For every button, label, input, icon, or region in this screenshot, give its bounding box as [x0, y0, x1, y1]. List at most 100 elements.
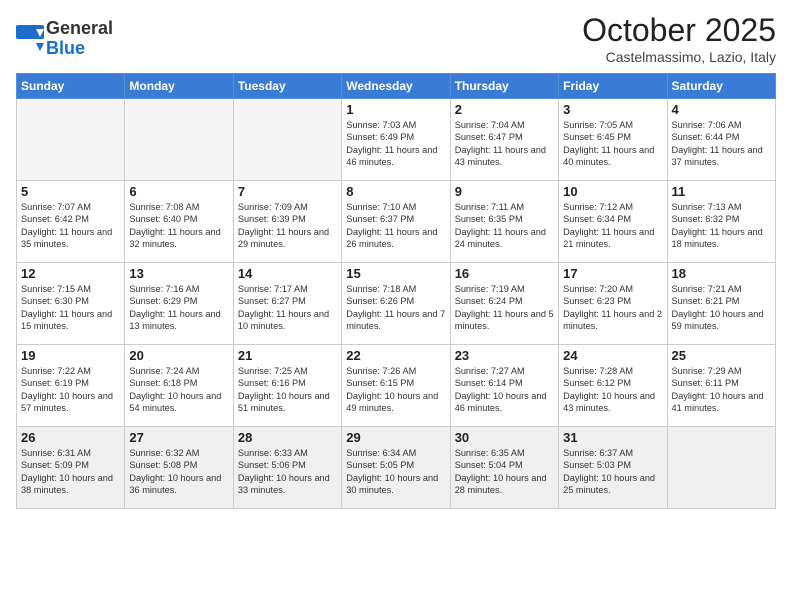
day-number: 15 [346, 266, 445, 281]
day-number: 20 [129, 348, 228, 363]
calendar-cell: 5 Sunrise: 7:07 AMSunset: 6:42 PMDaylight… [17, 181, 125, 263]
calendar-cell: 21 Sunrise: 7:25 AMSunset: 6:16 PMDayligh… [233, 345, 341, 427]
logo-icon [16, 25, 44, 53]
calendar-cell [667, 427, 775, 509]
cell-text: Sunrise: 6:33 AMSunset: 5:06 PMDaylight:… [238, 447, 337, 497]
cell-text: Sunrise: 7:13 AMSunset: 6:32 PMDaylight:… [672, 201, 771, 251]
calendar-week-2: 5 Sunrise: 7:07 AMSunset: 6:42 PMDaylight… [17, 181, 776, 263]
cell-text: Sunrise: 7:17 AMSunset: 6:27 PMDaylight:… [238, 283, 337, 333]
calendar-cell: 27 Sunrise: 6:32 AMSunset: 5:08 PMDayligh… [125, 427, 233, 509]
day-number: 30 [455, 430, 554, 445]
calendar-cell: 25 Sunrise: 7:29 AMSunset: 6:11 PMDayligh… [667, 345, 775, 427]
cell-text: Sunrise: 7:28 AMSunset: 6:12 PMDaylight:… [563, 365, 662, 415]
cell-text: Sunrise: 6:37 AMSunset: 5:03 PMDaylight:… [563, 447, 662, 497]
cell-text: Sunrise: 7:25 AMSunset: 6:16 PMDaylight:… [238, 365, 337, 415]
day-number: 3 [563, 102, 662, 117]
calendar-week-3: 12Sunrise: 7:15 AMSunset: 6:30 PMDayligh… [17, 263, 776, 345]
day-number: 16 [455, 266, 554, 281]
col-friday: Friday [559, 74, 667, 99]
cell-text: Sunrise: 7:07 AMSunset: 6:42 PMDaylight:… [21, 201, 120, 251]
cell-text: Sunrise: 7:11 AMSunset: 6:35 PMDaylight:… [455, 201, 554, 251]
page: General Blue October 2025 Castelmassimo,… [0, 0, 792, 612]
logo-general: General [46, 18, 113, 38]
col-saturday: Saturday [667, 74, 775, 99]
cell-text: Sunrise: 7:20 AMSunset: 6:23 PMDaylight:… [563, 283, 662, 333]
logo-text: General Blue [46, 19, 113, 59]
calendar-cell: 29 Sunrise: 6:34 AMSunset: 5:05 PMDayligh… [342, 427, 450, 509]
calendar-body: 1 Sunrise: 7:03 AMSunset: 6:49 PMDaylight… [17, 99, 776, 509]
calendar-cell: 20 Sunrise: 7:24 AMSunset: 6:18 PMDayligh… [125, 345, 233, 427]
day-number: 23 [455, 348, 554, 363]
calendar-cell: 18 Sunrise: 7:21 AMSunset: 6:21 PMDayligh… [667, 263, 775, 345]
col-tuesday: Tuesday [233, 74, 341, 99]
cell-text: Sunrise: 6:34 AMSunset: 5:05 PMDaylight:… [346, 447, 445, 497]
calendar-cell [125, 99, 233, 181]
day-number: 27 [129, 430, 228, 445]
calendar-week-4: 19Sunrise: 7:22 AMSunset: 6:19 PMDayligh… [17, 345, 776, 427]
cell-text: Sunrise: 7:29 AMSunset: 6:11 PMDaylight:… [672, 365, 771, 415]
month-title: October 2025 [582, 12, 776, 49]
day-number: 2 [455, 102, 554, 117]
cell-text: Sunrise: 7:27 AMSunset: 6:14 PMDaylight:… [455, 365, 554, 415]
col-sunday: Sunday [17, 74, 125, 99]
calendar-cell: 4 Sunrise: 7:06 AMSunset: 6:44 PMDaylight… [667, 99, 775, 181]
calendar-cell: 13Sunrise: 7:16 AMSunset: 6:29 PMDayligh… [125, 263, 233, 345]
day-number: 25 [672, 348, 771, 363]
cell-text: Sunrise: 7:21 AMSunset: 6:21 PMDaylight:… [672, 283, 771, 333]
calendar-cell: 9 Sunrise: 7:11 AMSunset: 6:35 PMDaylight… [450, 181, 558, 263]
cell-text: Sunrise: 7:06 AMSunset: 6:44 PMDaylight:… [672, 119, 771, 169]
cell-text: Sunrise: 6:31 AMSunset: 5:09 PMDaylight:… [21, 447, 120, 497]
cell-text: Sunrise: 7:18 AMSunset: 6:26 PMDaylight:… [346, 283, 445, 333]
calendar-cell: 16 Sunrise: 7:19 AMSunset: 6:24 PMDayligh… [450, 263, 558, 345]
day-number: 9 [455, 184, 554, 199]
day-number: 12 [21, 266, 120, 281]
day-number: 18 [672, 266, 771, 281]
col-monday: Monday [125, 74, 233, 99]
day-number: 28 [238, 430, 337, 445]
calendar-cell: 14 Sunrise: 7:17 AMSunset: 6:27 PMDayligh… [233, 263, 341, 345]
calendar-cell: 26Sunrise: 6:31 AMSunset: 5:09 PMDayligh… [17, 427, 125, 509]
day-number: 5 [21, 184, 120, 199]
col-wednesday: Wednesday [342, 74, 450, 99]
calendar-cell: 31 Sunrise: 6:37 AMSunset: 5:03 PMDayligh… [559, 427, 667, 509]
calendar-week-1: 1 Sunrise: 7:03 AMSunset: 6:49 PMDaylight… [17, 99, 776, 181]
day-number: 31 [563, 430, 662, 445]
day-number: 29 [346, 430, 445, 445]
cell-text: Sunrise: 7:05 AMSunset: 6:45 PMDaylight:… [563, 119, 662, 169]
day-number: 21 [238, 348, 337, 363]
header: General Blue October 2025 Castelmassimo,… [16, 12, 776, 65]
day-number: 8 [346, 184, 445, 199]
day-number: 17 [563, 266, 662, 281]
calendar-header: Sunday Monday Tuesday Wednesday Thursday… [17, 74, 776, 99]
calendar-cell: 7Sunrise: 7:09 AMSunset: 6:39 PMDaylight… [233, 181, 341, 263]
calendar-cell: 6Sunrise: 7:08 AMSunset: 6:40 PMDaylight… [125, 181, 233, 263]
cell-text: Sunrise: 7:03 AMSunset: 6:49 PMDaylight:… [346, 119, 445, 169]
calendar-week-5: 26Sunrise: 6:31 AMSunset: 5:09 PMDayligh… [17, 427, 776, 509]
calendar-cell: 24 Sunrise: 7:28 AMSunset: 6:12 PMDayligh… [559, 345, 667, 427]
day-number: 19 [21, 348, 120, 363]
cell-text: Sunrise: 7:24 AMSunset: 6:18 PMDaylight:… [129, 365, 228, 415]
calendar-table: Sunday Monday Tuesday Wednesday Thursday… [16, 73, 776, 509]
calendar-cell: 28 Sunrise: 6:33 AMSunset: 5:06 PMDayligh… [233, 427, 341, 509]
calendar-cell: 11Sunrise: 7:13 AMSunset: 6:32 PMDayligh… [667, 181, 775, 263]
logo-blue: Blue [46, 38, 85, 58]
calendar-cell: 23 Sunrise: 7:27 AMSunset: 6:14 PMDayligh… [450, 345, 558, 427]
calendar-cell: 3 Sunrise: 7:05 AMSunset: 6:45 PMDaylight… [559, 99, 667, 181]
calendar-cell: 17 Sunrise: 7:20 AMSunset: 6:23 PMDayligh… [559, 263, 667, 345]
day-number: 22 [346, 348, 445, 363]
cell-text: Sunrise: 7:26 AMSunset: 6:15 PMDaylight:… [346, 365, 445, 415]
day-number: 4 [672, 102, 771, 117]
cell-text: Sunrise: 7:12 AMSunset: 6:34 PMDaylight:… [563, 201, 662, 251]
cell-text: Sunrise: 7:19 AMSunset: 6:24 PMDaylight:… [455, 283, 554, 333]
day-number: 14 [238, 266, 337, 281]
calendar-cell: 1 Sunrise: 7:03 AMSunset: 6:49 PMDaylight… [342, 99, 450, 181]
calendar-cell [17, 99, 125, 181]
day-number: 1 [346, 102, 445, 117]
calendar-cell: 8Sunrise: 7:10 AMSunset: 6:37 PMDaylight… [342, 181, 450, 263]
day-number: 24 [563, 348, 662, 363]
day-number: 7 [238, 184, 337, 199]
cell-text: Sunrise: 7:04 AMSunset: 6:47 PMDaylight:… [455, 119, 554, 169]
cell-text: Sunrise: 6:32 AMSunset: 5:08 PMDaylight:… [129, 447, 228, 497]
cell-text: Sunrise: 7:16 AMSunset: 6:29 PMDaylight:… [129, 283, 228, 333]
logo: General Blue [16, 19, 113, 59]
